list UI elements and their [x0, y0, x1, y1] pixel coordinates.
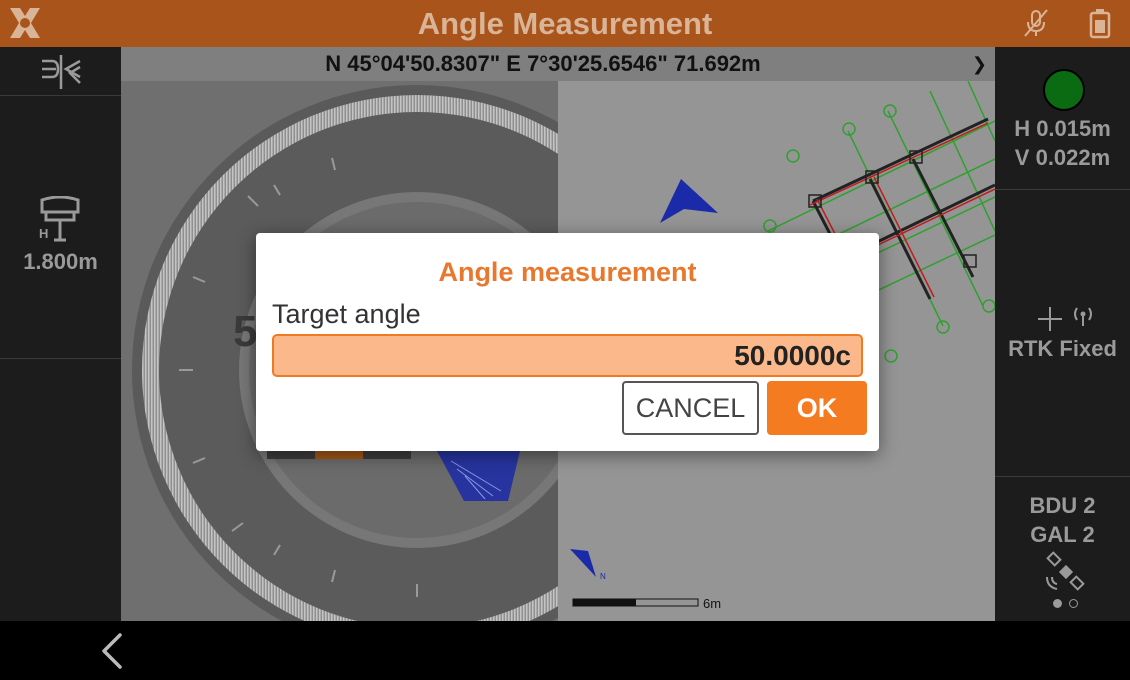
north-arrow-label: N	[600, 572, 606, 581]
ok-button[interactable]: OK	[767, 381, 867, 435]
satellite-panel[interactable]: BDU 2 GAL 2	[995, 477, 1130, 621]
back-chevron-icon[interactable]	[92, 631, 132, 671]
left-panel: H 1.800m	[0, 47, 121, 621]
page-title: Angle Measurement	[417, 6, 713, 41]
chevron-right-icon[interactable]: ❯	[972, 47, 987, 81]
satellite-icon	[1046, 551, 1085, 591]
coordinate-bar[interactable]: N 45°04'50.8307" E 7°30'25.6546" 71.692m…	[121, 47, 995, 81]
dialog-title: Angle measurement	[438, 257, 697, 287]
antenna-height-value: 1.800m	[23, 249, 98, 274]
antenna-height-panel[interactable]: H	[0, 96, 121, 359]
gal-satellites: GAL 2	[1030, 522, 1095, 547]
crosshair-icon	[1038, 307, 1062, 331]
page-dot-inactive[interactable]	[1069, 599, 1078, 608]
map-scale-label: 6m	[703, 596, 722, 611]
cancel-button[interactable]: CANCEL	[622, 381, 759, 435]
coordinate-readout: N 45°04'50.8307" E 7°30'25.6546" 71.692m	[325, 51, 761, 76]
target-angle-input[interactable]	[272, 334, 863, 377]
precision-panel[interactable]: H 0.015m V 0.022m	[995, 47, 1130, 190]
battery-icon	[1089, 9, 1111, 39]
angle-measurement-dialog: Angle measurement Target angle CANCEL OK	[256, 233, 879, 451]
title-bar: Angle Measurement	[0, 0, 1130, 47]
right-panel: H 0.015m V 0.022m RTK Fixed BDU 2 GAL 2	[995, 47, 1130, 621]
target-angle-label: Target angle	[272, 299, 421, 329]
system-nav-bar	[0, 621, 1130, 680]
fix-status: RTK Fixed	[1008, 336, 1117, 361]
page-dot-active[interactable]	[1053, 599, 1062, 608]
stakeout-mode-button[interactable]	[0, 47, 121, 96]
fix-indicator-icon	[1043, 69, 1085, 111]
mic-muted-icon[interactable]	[1020, 7, 1052, 39]
bdu-satellites: BDU 2	[1029, 493, 1096, 518]
h-precision: H 0.015m	[1014, 116, 1111, 141]
stakeout-mode-icon	[42, 55, 81, 89]
svg-text:5: 5	[233, 307, 257, 356]
v-precision: V 0.022m	[1014, 145, 1111, 170]
antenna-height-prefix: H	[39, 226, 49, 241]
radio-signal-icon	[1074, 307, 1092, 326]
fix-status-panel[interactable]: RTK Fixed	[995, 190, 1130, 477]
